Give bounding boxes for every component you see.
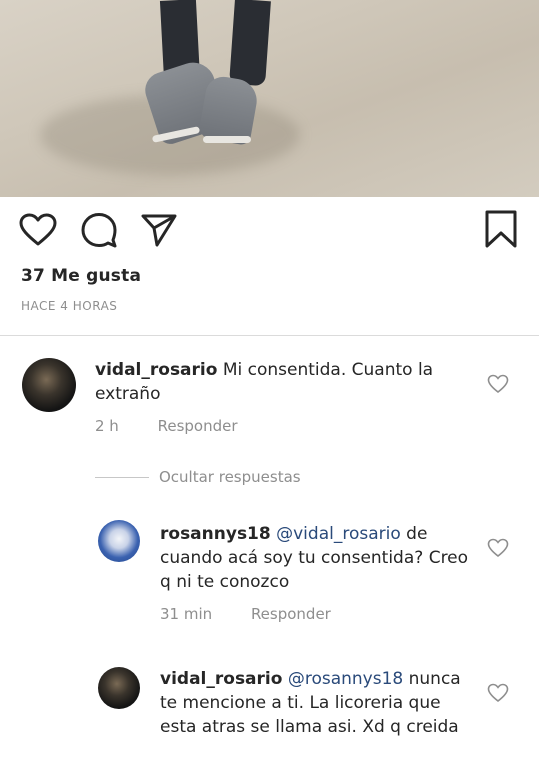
like-count[interactable]: 37 Me gusta — [21, 266, 141, 286]
reply-mention[interactable]: @rosannys18 — [288, 669, 403, 689]
divider — [0, 335, 539, 336]
reply-time: 31 min — [160, 605, 213, 623]
post-timestamp: HACE 4 HORAS — [21, 299, 118, 313]
comment-body: vidal_rosario Mi consentida. Cuanto la e… — [95, 358, 475, 406]
share-icon[interactable] — [140, 213, 178, 247]
reply-username[interactable]: vidal_rosario — [160, 669, 282, 689]
hide-replies-label: Ocultar respuestas — [159, 468, 301, 486]
like-comment-icon[interactable] — [487, 683, 509, 703]
reply-meta: 31 min Responder — [160, 605, 365, 623]
heart-icon[interactable] — [19, 213, 57, 247]
comment-icon[interactable] — [80, 212, 118, 248]
reply-button[interactable]: Responder — [158, 417, 238, 435]
hide-replies-line — [95, 477, 149, 478]
reply-username[interactable]: rosannys18 — [160, 524, 271, 544]
reply-button[interactable]: Responder — [251, 605, 331, 623]
avatar[interactable] — [98, 520, 140, 562]
hide-replies-button[interactable]: Ocultar respuestas — [95, 468, 301, 486]
avatar[interactable] — [98, 667, 140, 709]
reply-body: vidal_rosario @rosannys18 nunca te menci… — [160, 667, 480, 739]
photo-right-leg — [229, 0, 271, 87]
reply-body: rosannys18 @vidal_rosario de cuando acá … — [160, 522, 480, 594]
photo-right-sole — [203, 136, 251, 143]
reply-mention[interactable]: @vidal_rosario — [276, 524, 401, 544]
like-comment-icon[interactable] — [487, 538, 509, 558]
comment-time: 2 h — [95, 417, 119, 435]
comment-meta: 2 h Responder — [95, 417, 272, 435]
like-comment-icon[interactable] — [487, 374, 509, 394]
avatar[interactable] — [22, 358, 76, 412]
comment-username[interactable]: vidal_rosario — [95, 360, 217, 380]
post-photo[interactable] — [0, 0, 539, 197]
bookmark-icon[interactable] — [484, 209, 518, 249]
post-action-bar — [0, 197, 539, 267]
